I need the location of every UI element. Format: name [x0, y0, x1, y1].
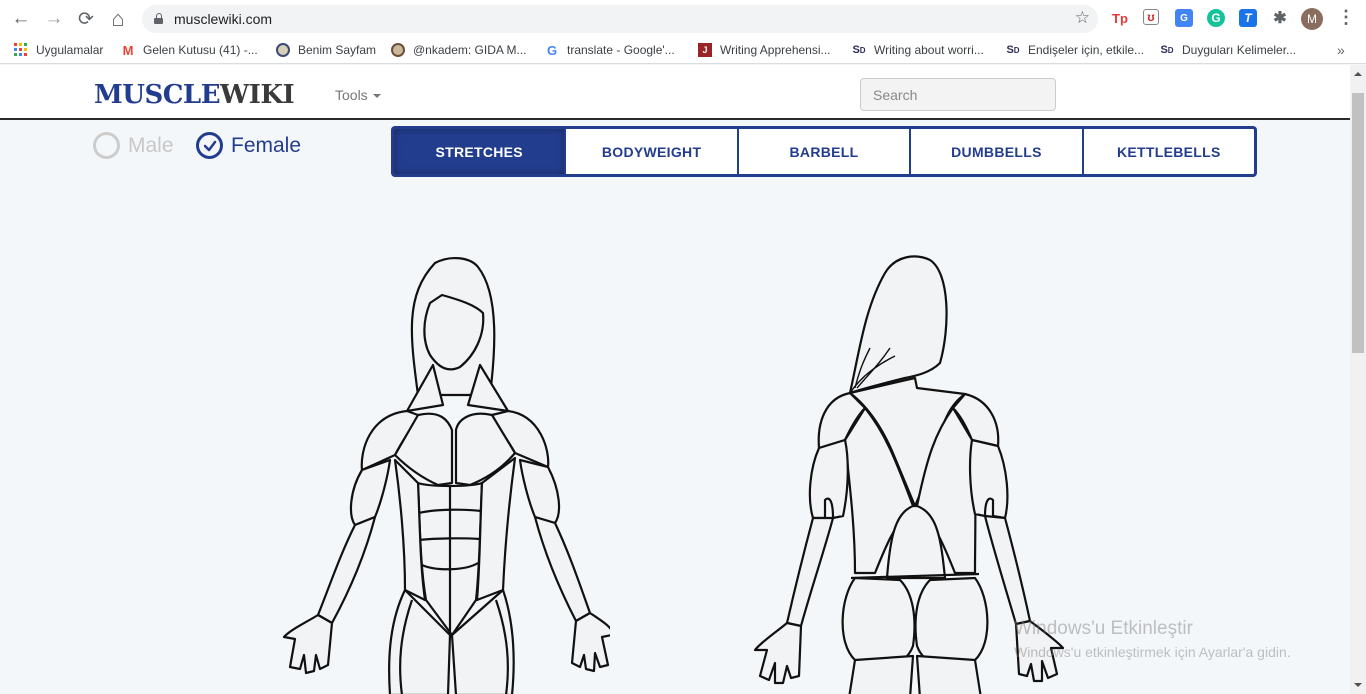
- bookmark-writing-about-worries[interactable]: SD Writing about worri...: [852, 43, 983, 57]
- caret-down-icon: [372, 94, 381, 99]
- exercise-category-tabs: STRETCHES BODYWEIGHT BARBELL DUMBBELLS K…: [391, 126, 1257, 177]
- site-header: MUSCLEWIKI Tools: [0, 65, 1350, 120]
- page-scrollbar[interactable]: [1350, 65, 1366, 694]
- tab-kettlebells[interactable]: KETTLEBELLS: [1081, 129, 1254, 174]
- bookmarks-bar: Uygulamalar M Gelen Kutusu (41) -... Ben…: [0, 38, 1366, 64]
- gmail-icon: M: [122, 42, 134, 58]
- radio-unchecked-icon: [93, 132, 120, 159]
- home-button[interactable]: ⌂: [106, 6, 130, 31]
- gender-option-male[interactable]: Male: [93, 132, 174, 159]
- lock-icon: [154, 13, 163, 24]
- url-text[interactable]: musclewiki.com: [174, 11, 272, 27]
- university-seal-icon: [276, 43, 290, 57]
- left-hand: [753, 621, 803, 685]
- left-forearm: [785, 516, 835, 628]
- back-arrow-icon: ←: [11, 8, 31, 29]
- tools-dropdown[interactable]: Tools: [335, 87, 381, 103]
- jstor-icon: J: [698, 43, 712, 57]
- right-forearm: [533, 515, 592, 623]
- extensions-puzzle-icon[interactable]: ✱: [1271, 9, 1289, 27]
- back-button[interactable]: ←: [9, 7, 33, 31]
- left-glute: [841, 576, 916, 670]
- head-hair-region: [848, 255, 948, 395]
- right-forearm: [983, 514, 1032, 626]
- tab-dumbbells[interactable]: DUMBBELLS: [909, 129, 1081, 174]
- left-hamstring: [848, 654, 915, 694]
- bookmark-endiseler[interactable]: SD Endişeler için, etkile...: [1006, 43, 1144, 57]
- bookmark-apps[interactable]: Uygulamalar: [14, 43, 103, 57]
- reload-button[interactable]: ⟳: [74, 7, 98, 31]
- bookmark-star-icon[interactable]: ☆: [1075, 8, 1090, 28]
- university-seal-icon: [391, 43, 405, 57]
- profile-avatar[interactable]: M: [1301, 8, 1323, 30]
- left-biceps: [349, 458, 392, 527]
- female-front-body-diagram: [270, 255, 610, 694]
- left-hand: [282, 613, 334, 675]
- t-extension-icon[interactable]: T: [1239, 9, 1257, 27]
- scroll-up-arrow-icon[interactable]: [1354, 72, 1362, 76]
- left-triceps: [808, 438, 849, 520]
- browser-menu-icon[interactable]: ⋮: [1337, 8, 1355, 26]
- left-oblique: [393, 458, 427, 602]
- sciencedirect-icon: SD: [852, 44, 866, 56]
- left-forearm: [316, 515, 377, 625]
- search-input[interactable]: [860, 78, 1056, 111]
- tp-extension-icon[interactable]: Tp: [1111, 9, 1129, 27]
- forward-button[interactable]: →: [42, 7, 66, 31]
- sciencedirect-icon: SD: [1160, 44, 1174, 56]
- radio-checked-icon: [196, 132, 223, 159]
- tab-barbell[interactable]: BARBELL: [736, 129, 909, 174]
- tab-stretches[interactable]: STRETCHES: [394, 129, 565, 174]
- scroll-down-arrow-icon[interactable]: [1354, 683, 1362, 687]
- mcafee-extension-icon[interactable]: ʊ: [1143, 9, 1159, 25]
- site-logo[interactable]: MUSCLEWIKI: [94, 80, 295, 110]
- windows-activation-watermark: Windows'u Etkinleştir Windows'u etkinleş…: [1014, 618, 1291, 660]
- bookmark-benim-sayfam[interactable]: Benim Sayfam: [276, 43, 376, 57]
- bookmark-duygulari[interactable]: SD Duyguları Kelimeler...: [1160, 43, 1296, 57]
- browser-toolbar: ← → ⟳ ⌂ musclewiki.com ☆ Tp ʊ G G T ✱ M …: [0, 0, 1366, 38]
- right-hand: [570, 611, 610, 673]
- more-bookmarks-chevron-icon[interactable]: »: [1337, 42, 1345, 58]
- reload-icon: ⟳: [78, 8, 94, 30]
- right-triceps: [968, 438, 1009, 520]
- gender-option-female[interactable]: Female: [196, 132, 301, 159]
- google-translate-extension-icon[interactable]: G: [1175, 9, 1193, 27]
- address-bar[interactable]: musclewiki.com ☆: [142, 5, 1098, 33]
- scrollbar-thumb[interactable]: [1352, 93, 1364, 353]
- apps-grid-icon: [14, 43, 28, 57]
- page-viewport: MUSCLEWIKI Tools Male Female STRETCHES B…: [0, 65, 1350, 694]
- tab-bodyweight[interactable]: BODYWEIGHT: [564, 129, 736, 174]
- bookmark-writing-apprehension[interactable]: J Writing Apprehensi...: [698, 43, 831, 57]
- home-icon: ⌂: [111, 6, 125, 31]
- bookmark-gmail[interactable]: M Gelen Kutusu (41) -...: [121, 42, 258, 58]
- forward-arrow-icon: →: [44, 8, 64, 29]
- grammarly-extension-icon[interactable]: G: [1207, 9, 1225, 27]
- bookmark-translate[interactable]: G translate - Google'...: [545, 42, 675, 58]
- right-glute: [914, 576, 989, 670]
- sciencedirect-icon: SD: [1006, 44, 1020, 56]
- bookmark-nkadem[interactable]: @nkadem: GIDA M...: [391, 43, 527, 57]
- right-hamstring: [915, 654, 982, 694]
- right-biceps: [518, 458, 561, 525]
- google-icon: G: [546, 42, 558, 58]
